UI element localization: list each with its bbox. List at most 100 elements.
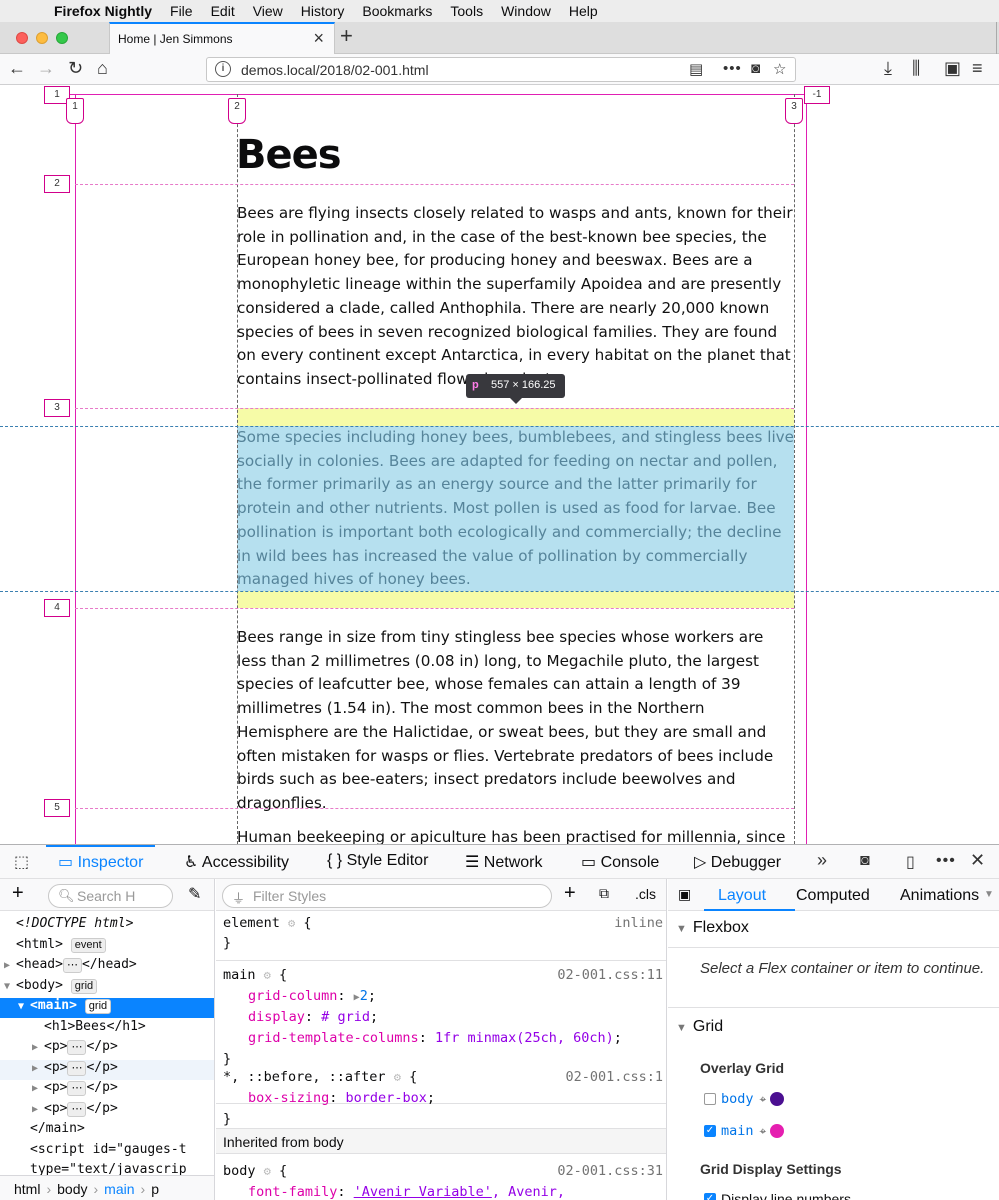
devtools-close-icon[interactable]: ✕ [970,850,985,871]
menu-help[interactable]: Help [569,3,598,19]
decl-val[interactable]: grid [337,1009,370,1025]
toggle-pseudo-classes-icon[interactable]: ⧉ [599,885,609,902]
new-tab-icon[interactable]: + [340,23,353,49]
filter-styles-input[interactable]: ⏚ Filter Styles [222,884,552,908]
collapsed-content-icon[interactable]: ⋯ [67,1060,87,1076]
toggle-sidebar-icon[interactable]: ▣ [678,886,691,903]
overlay-checkbox-body[interactable] [704,1093,716,1106]
flexbox-section-header[interactable]: ▼ Flexbox [676,919,749,937]
expand-twisty-icon[interactable]: ▶ [32,1083,44,1094]
display-line-numbers-checkbox[interactable]: ✓ [704,1193,716,1200]
tab-console[interactable]: ▭ Console [581,845,659,879]
decl-prop[interactable]: display [248,1009,305,1025]
markup-node[interactable]: ▶ <p> ⋯ </p> [0,1101,214,1121]
tab-debugger[interactable]: ▷ Debugger [694,845,781,879]
collapsed-content-icon[interactable]: ⋯ [62,958,82,973]
decl-prop[interactable]: grid-column [248,988,337,1004]
reload-icon[interactable]: ↻ [68,58,83,79]
tab-animations[interactable]: Animations [900,887,979,905]
bookmark-star-icon[interactable]: ☆ [773,60,786,78]
markup-node[interactable]: ▶ <p> ⋯ </p> [0,1039,214,1059]
grid-section-header[interactable]: ▼ Grid [676,1018,723,1036]
collapsed-content-icon[interactable]: ⋯ [67,1081,87,1096]
markup-node[interactable]: <h1>Bees</h1> [0,1019,214,1039]
devtools-menu-icon[interactable]: ••• [936,852,956,870]
menu-app-name[interactable]: Firefox Nightly [54,3,152,19]
display-line-numbers-label[interactable]: Display line numbers [721,1191,851,1200]
overlay-label-body[interactable]: body [721,1091,754,1107]
home-icon[interactable]: ⌂ [97,58,108,79]
rule-source[interactable]: inline [614,915,663,931]
markup-badge[interactable]: grid [84,999,112,1014]
rule-source[interactable]: 02-001.css:1 [565,1069,663,1085]
breadcrumb-html[interactable]: html [14,1181,40,1197]
tab-layout[interactable]: Layout [718,887,766,905]
markup-node[interactable]: <!DOCTYPE html> [0,916,214,936]
menu-view[interactable]: View [253,3,283,19]
expand-twisty-icon[interactable]: ▼ [18,1001,30,1012]
markup-node[interactable]: <script id="gauges-t [0,1142,214,1162]
tab-close-icon[interactable]: × [313,28,324,49]
page-actions-icon[interactable]: ••• [723,60,742,77]
font-link[interactable]: 'Avenir Variable' [354,1184,492,1200]
rule-selector[interactable]: body [223,1163,256,1179]
tab-network[interactable]: ☰ Network [465,845,542,879]
markup-node[interactable]: ▼ <body> grid [0,978,214,998]
markup-node[interactable]: <html> event [0,937,214,957]
color-swatch[interactable] [770,1124,785,1139]
breadcrumb-p[interactable]: p [151,1181,159,1197]
decl-prop[interactable]: font-family [248,1184,337,1200]
reader-view-icon[interactable]: ▤ [689,60,703,78]
breadcrumb-main[interactable]: main [104,1181,134,1197]
expand-twisty-icon[interactable]: ▶ [32,1063,44,1074]
window-minimize-button[interactable] [36,32,48,44]
overlay-checkbox-main[interactable]: ✓ [704,1125,716,1138]
rule-selector[interactable]: element [223,915,280,931]
breadcrumb-body[interactable]: body [57,1181,87,1197]
highlight-element-icon[interactable]: ⌖ [760,1124,767,1139]
responsive-design-icon[interactable]: ▯ [906,852,915,872]
markup-node[interactable]: ▶ <p> ⋯ </p> [0,1059,214,1080]
menu-window[interactable]: Window [501,3,551,19]
rule-source[interactable]: 02-001.css:11 [557,967,663,983]
collapsed-content-icon[interactable]: ⋯ [67,1101,87,1117]
menu-edit[interactable]: Edit [211,3,235,19]
url-text[interactable]: demos.local/2018/02-001.html [241,62,429,78]
color-swatch[interactable] [770,1092,785,1107]
rule-selector[interactable]: *, ::before, ::after [223,1069,386,1085]
menu-file[interactable]: File [170,3,193,19]
decl-prop[interactable]: grid-template-columns [248,1030,419,1046]
tab-inspector[interactable]: ▭ Inspector [46,845,156,879]
cls-toggle[interactable]: .cls [635,886,656,902]
markup-node[interactable]: ▶ <p> ⋯ </p> [0,1080,214,1100]
gear-icon[interactable]: ⚙ [288,916,295,930]
markup-badge[interactable]: event [70,937,106,953]
tab-accessibility[interactable]: ♿ Accessibility [184,845,289,879]
grid-toggle-icon[interactable]: # [321,1009,329,1025]
library-icon[interactable]: ⫼ [912,58,920,79]
markup-node[interactable]: ▶ <head> ⋯ </head> [0,957,214,977]
expand-twisty-icon[interactable]: ▼ [4,981,16,992]
highlight-element-icon[interactable]: ⌖ [760,1092,767,1107]
collapsed-content-icon[interactable]: ⋯ [67,1040,87,1055]
overlay-label-main[interactable]: main [721,1123,754,1139]
window-close-button[interactable] [16,32,28,44]
tab-style-editor[interactable]: { } Style Editor [327,845,428,879]
markup-node[interactable]: </main> [0,1121,214,1141]
add-rule-icon[interactable]: + [564,882,576,905]
decl-val[interactable]: 2 [360,988,368,1004]
expand-twisty-icon[interactable]: ▶ [32,1104,44,1115]
pocket-icon[interactable]: ◙ [751,60,760,77]
menu-bookmarks[interactable]: Bookmarks [362,3,432,19]
site-info-icon[interactable]: i [215,61,231,77]
screenshot-icon[interactable]: ◙ [860,852,870,870]
url-bar[interactable]: i demos.local/2018/02-001.html ▤ ••• ◙ ☆ [206,57,796,82]
decl-val[interactable]: border-box [346,1090,427,1106]
menu-tools[interactable]: Tools [450,3,483,19]
menu-history[interactable]: History [301,3,345,19]
rule-selector[interactable]: main [223,967,256,983]
gear-icon[interactable]: ⚙ [394,1070,401,1084]
tabs-overflow-icon[interactable]: ▼ [984,889,994,900]
window-zoom-button[interactable] [56,32,68,44]
markup-search-input[interactable]: 🔍︎ Search H [48,884,173,908]
